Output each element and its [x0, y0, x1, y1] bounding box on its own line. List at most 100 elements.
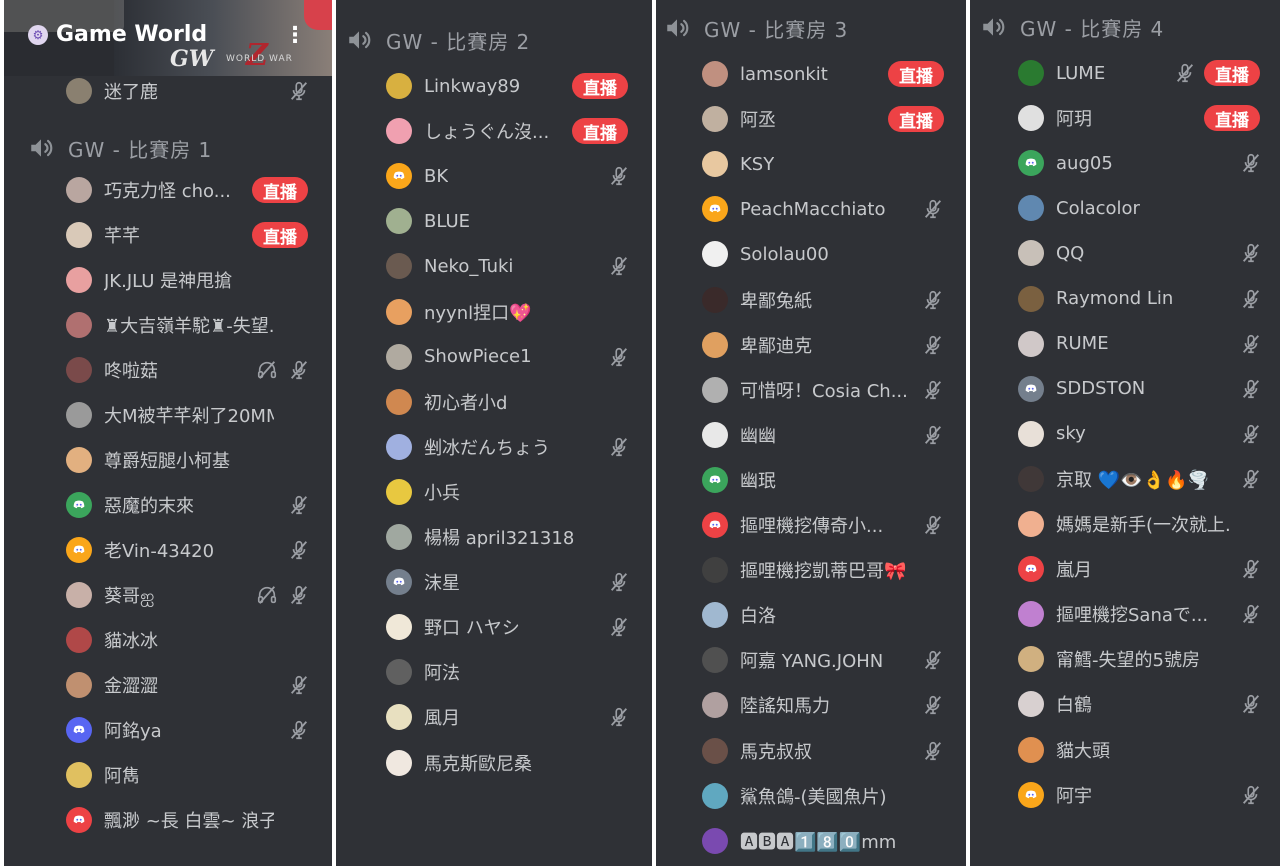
avatar[interactable]: [1018, 330, 1044, 357]
voice-user[interactable]: 阿玥: [1018, 98, 1092, 138]
avatar[interactable]: [66, 222, 92, 248]
voice-user[interactable]: JK.JLU 是神甩搶: [66, 260, 232, 300]
avatar[interactable]: [702, 827, 728, 854]
voice-user[interactable]: 摳哩機挖凱蒂巴哥🎀: [702, 550, 906, 590]
voice-user[interactable]: 野口 ハヤシ: [386, 607, 520, 647]
voice-user[interactable]: 馬克叔叔: [702, 731, 812, 771]
voice-user[interactable]: 老Vin-43420: [66, 530, 214, 570]
voice-user[interactable]: 尊爵短腿小柯基: [66, 440, 230, 480]
avatar[interactable]: [1018, 285, 1044, 312]
voice-user[interactable]: Raymond Lin: [1018, 279, 1173, 319]
avatar[interactable]: [386, 388, 412, 415]
discord-logo-avatar-icon[interactable]: [66, 537, 92, 563]
discord-logo-avatar-icon[interactable]: [386, 569, 412, 596]
voice-user[interactable]: Colacolor: [1018, 188, 1140, 228]
voice-user[interactable]: 鯊魚鴿-(美國魚片): [702, 776, 887, 816]
voice-user[interactable]: 貓冰冰: [66, 620, 158, 660]
voice-user[interactable]: PeachMacchiato: [702, 189, 886, 229]
voice-channel-header[interactable]: GW - 比賽房 3: [664, 8, 848, 48]
voice-user[interactable]: ShowPiece1: [386, 337, 532, 377]
voice-user[interactable]: Sololau00: [702, 234, 829, 274]
server-banner[interactable]: GW Z WORLD WAR ⚙ Game World ⋮: [4, 0, 332, 76]
voice-user[interactable]: 卑鄙兔紙: [702, 280, 812, 320]
avatar[interactable]: [66, 627, 92, 653]
avatar[interactable]: [1018, 511, 1044, 537]
avatar[interactable]: [1018, 195, 1044, 222]
avatar[interactable]: [386, 478, 412, 505]
voice-user[interactable]: 幽幽: [702, 415, 776, 455]
discord-logo-avatar-icon[interactable]: [66, 807, 92, 833]
voice-channel-header[interactable]: GW - 比賽房 4: [980, 7, 1164, 47]
avatar[interactable]: [66, 267, 92, 293]
voice-user[interactable]: 🅰🅱🅰1️⃣8️⃣0️⃣mm: [702, 821, 896, 861]
voice-user[interactable]: 風月: [386, 697, 460, 737]
voice-user[interactable]: 葵哥ஐ: [66, 575, 154, 615]
avatar[interactable]: [386, 704, 412, 731]
voice-user[interactable]: 卑鄙迪克: [702, 325, 812, 365]
voice-user[interactable]: 幽珉: [702, 460, 776, 500]
discord-logo-avatar-icon[interactable]: [1018, 556, 1044, 583]
voice-user[interactable]: しょうぐん沒...: [386, 111, 549, 151]
avatar[interactable]: [386, 118, 412, 145]
voice-user[interactable]: 陸謠知馬力: [702, 685, 830, 725]
voice-user[interactable]: 媽媽是新手(一次就上...: [1018, 504, 1232, 544]
avatar[interactable]: [1018, 60, 1044, 86]
discord-logo-avatar-icon[interactable]: [386, 163, 412, 190]
avatar[interactable]: [66, 78, 92, 104]
voice-user[interactable]: SDDSTON: [1018, 369, 1145, 409]
discord-logo-avatar-icon[interactable]: [702, 196, 728, 223]
voice-user[interactable]: Linkway89: [386, 66, 520, 106]
voice-channel-header[interactable]: GW - 比賽房 1: [28, 128, 212, 168]
avatar[interactable]: [1018, 465, 1044, 492]
voice-user[interactable]: 飄渺 ~長 白雲~ 浪子: [66, 800, 274, 840]
voice-user[interactable]: 阿法: [386, 652, 460, 692]
avatar[interactable]: [702, 782, 728, 809]
voice-user[interactable]: aug05: [1018, 143, 1113, 183]
voice-user[interactable]: 阿丞: [702, 99, 776, 139]
discord-logo-avatar-icon[interactable]: [66, 717, 92, 743]
avatar[interactable]: [386, 614, 412, 641]
avatar[interactable]: [386, 749, 412, 776]
voice-user[interactable]: 初心者小d: [386, 382, 507, 422]
voice-user[interactable]: BK: [386, 156, 448, 196]
avatar[interactable]: [1018, 240, 1044, 267]
avatar[interactable]: [386, 343, 412, 370]
avatar[interactable]: [1018, 420, 1044, 447]
voice-user[interactable]: nyynl捏口💖: [386, 292, 532, 332]
avatar[interactable]: [386, 659, 412, 686]
voice-user[interactable]: 沫星: [386, 562, 460, 602]
voice-user[interactable]: 甯鱈-失望的5號房: [1018, 639, 1200, 679]
voice-user[interactable]: KSY: [702, 144, 774, 184]
avatar[interactable]: [66, 402, 92, 428]
voice-user[interactable]: 剉冰だんちょう: [386, 427, 550, 467]
discord-logo-avatar-icon[interactable]: [1018, 781, 1044, 808]
avatar[interactable]: [386, 208, 412, 235]
discord-logo-avatar-icon[interactable]: [1018, 150, 1044, 177]
voice-user[interactable]: 惡魔的末來: [66, 485, 194, 525]
voice-user[interactable]: Neko_Tuki: [386, 246, 513, 286]
avatar[interactable]: [1018, 691, 1044, 718]
voice-user[interactable]: 金澀澀: [66, 665, 158, 705]
voice-user[interactable]: 馬克斯歐尼桑: [386, 743, 532, 783]
voice-user[interactable]: 阿雋: [66, 755, 140, 795]
avatar[interactable]: [702, 331, 728, 358]
avatar[interactable]: [1018, 601, 1044, 628]
voice-user[interactable]: 白洛: [702, 595, 776, 635]
voice-user[interactable]: 咚啦菇: [66, 350, 158, 390]
avatar[interactable]: [702, 421, 728, 448]
avatar[interactable]: [386, 524, 412, 550]
discord-logo-avatar-icon[interactable]: [702, 466, 728, 493]
voice-user[interactable]: 京取 💙👁️👌🔥🌪️: [1018, 459, 1210, 499]
voice-channel-header[interactable]: GW - 比賽房 2: [346, 20, 530, 60]
voice-user[interactable]: lamsonkit: [702, 54, 828, 94]
avatar[interactable]: [702, 557, 728, 584]
voice-user[interactable]: 阿嘉 YANG.JOHN: [702, 640, 883, 680]
voice-user[interactable]: 白鶴: [1018, 684, 1092, 724]
voice-user[interactable]: 巧克力怪 cho...: [66, 170, 231, 210]
avatar[interactable]: [386, 298, 412, 325]
avatar[interactable]: [702, 61, 728, 87]
voice-user[interactable]: 楊楊 april321318: [386, 517, 574, 557]
discord-logo-avatar-icon[interactable]: [702, 512, 728, 538]
server-name[interactable]: ⚙ Game World: [28, 22, 207, 47]
avatar[interactable]: [702, 692, 728, 719]
